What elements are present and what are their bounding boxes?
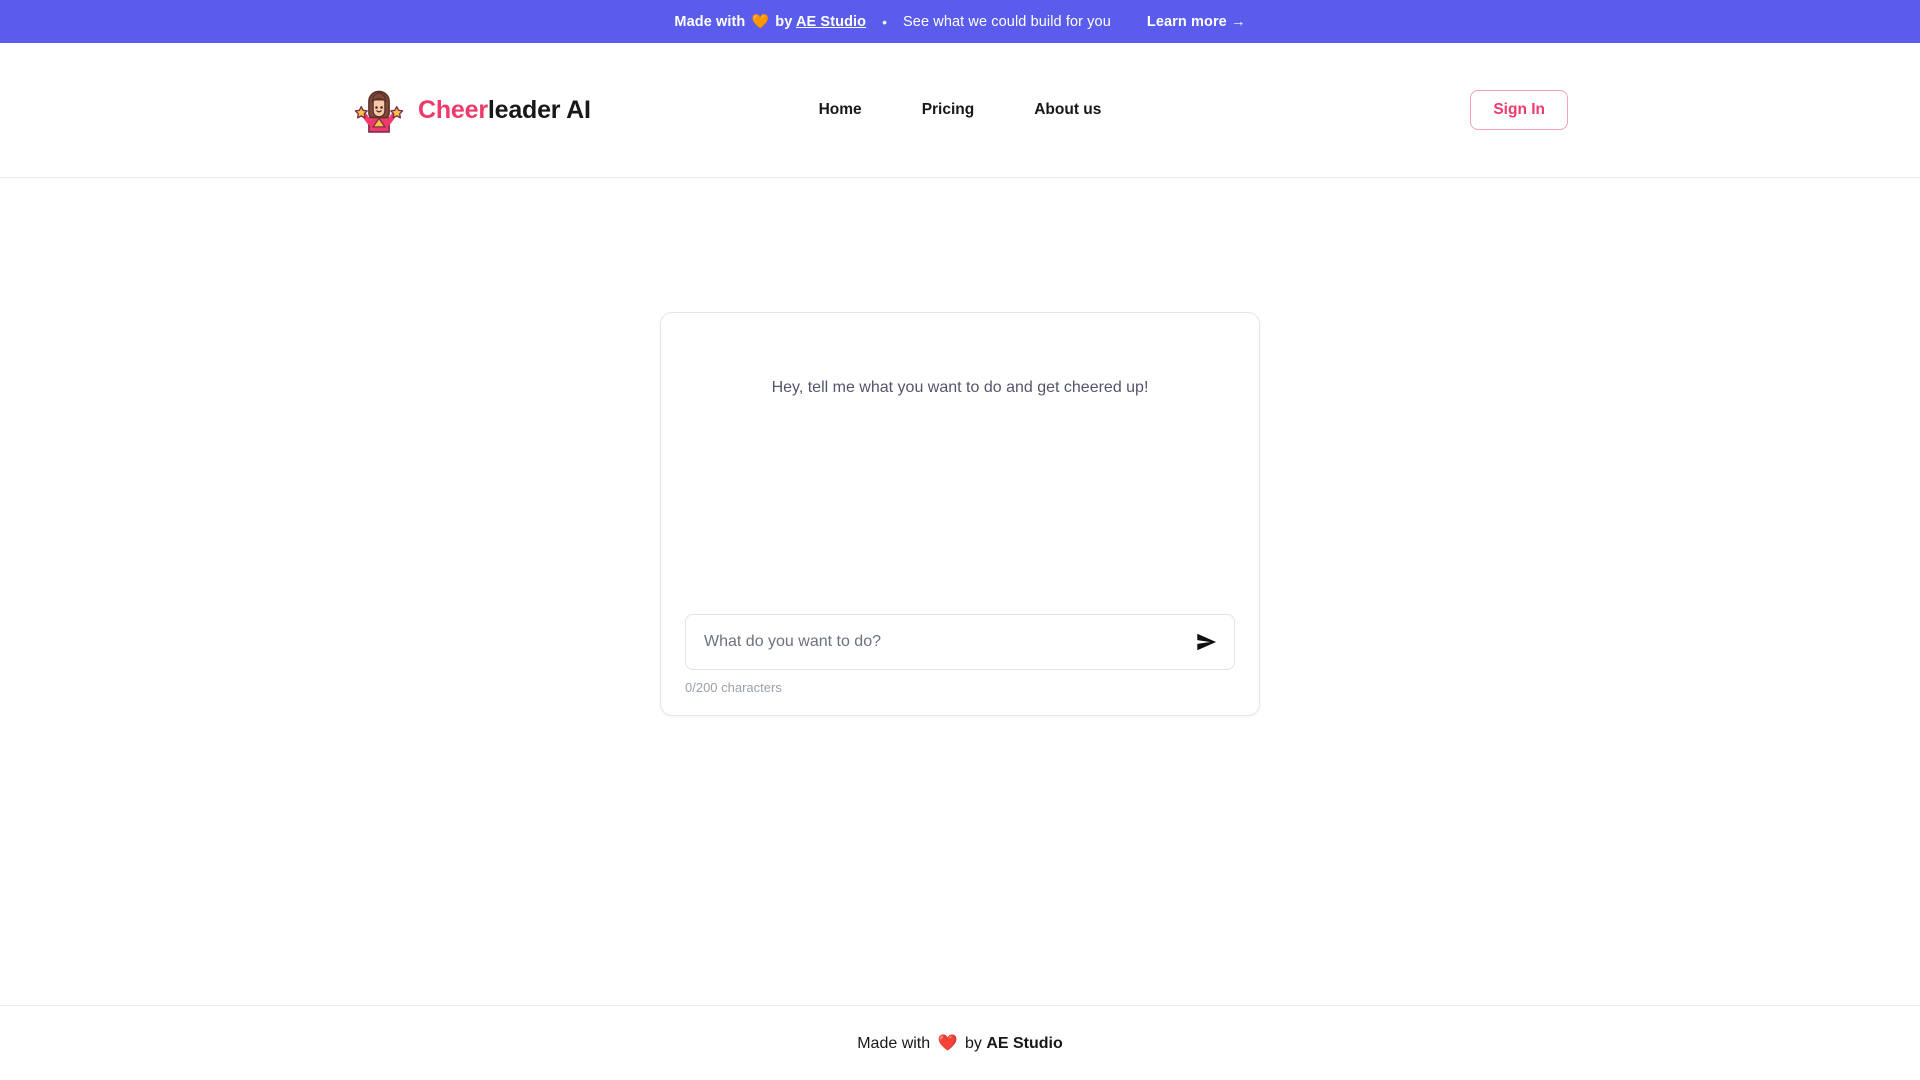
cheerleader-icon: [352, 83, 406, 137]
composer-wrapper: [661, 614, 1259, 670]
brand-logo[interactable]: Cheerleader AI: [352, 83, 591, 137]
page-main: Hey, tell me what you want to do and get…: [0, 178, 1920, 1005]
brand-name-rest: leader AI: [487, 95, 591, 124]
site-footer: Made with ❤️ by AE Studio: [0, 1005, 1920, 1080]
footer-by: by: [964, 1035, 982, 1052]
message-input[interactable]: [704, 633, 1188, 651]
promo-prefix: Made with: [674, 14, 746, 30]
chat-card: Hey, tell me what you want to do and get…: [660, 312, 1260, 716]
promo-by: by: [775, 14, 793, 30]
red-heart-icon: ❤️: [937, 1035, 958, 1052]
footer-prefix: Made with: [857, 1035, 931, 1052]
brand-name: Cheerleader AI: [418, 96, 591, 125]
ae-studio-link[interactable]: AE Studio: [796, 14, 866, 30]
brand-name-accent: Cheer: [418, 95, 488, 124]
message-composer[interactable]: [685, 614, 1235, 670]
nav-link-home[interactable]: Home: [819, 101, 862, 119]
footer-credit: Made with ❤️ by AE Studio: [857, 1033, 1063, 1053]
nav-link-pricing[interactable]: Pricing: [922, 101, 975, 119]
promo-separator-dot: •: [882, 13, 888, 30]
send-icon: [1195, 631, 1217, 653]
character-counter: 0/200 characters: [685, 680, 782, 695]
learn-more-link[interactable]: Learn more →: [1147, 14, 1246, 30]
site-header: Cheerleader AI Home Pricing About us Sig…: [0, 43, 1920, 178]
promo-banner: Made with 🧡 by AE Studio • See what we c…: [0, 0, 1920, 43]
nav-link-about-us[interactable]: About us: [1034, 101, 1101, 119]
sign-in-button[interactable]: Sign In: [1470, 90, 1568, 130]
promo-subtitle: See what we could build for you: [903, 13, 1111, 30]
promo-banner-text: Made with 🧡 by AE Studio: [674, 13, 866, 30]
chat-greeting-text: Hey, tell me what you want to do and get…: [771, 379, 1149, 396]
footer-studio-name: AE Studio: [986, 1035, 1063, 1052]
orange-heart-icon: 🧡: [751, 13, 770, 29]
main-navigation: Home Pricing About us: [819, 101, 1102, 119]
chat-message-area: Hey, tell me what you want to do and get…: [661, 313, 1259, 614]
send-button[interactable]: [1188, 624, 1224, 660]
